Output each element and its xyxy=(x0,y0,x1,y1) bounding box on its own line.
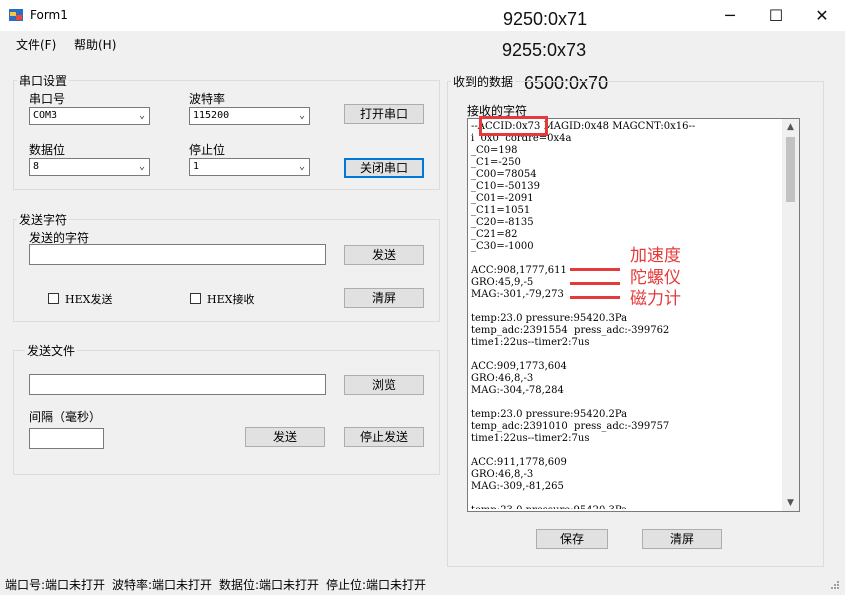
scrollbar-thumb[interactable] xyxy=(786,137,795,202)
serial-settings-title: 串口设置 xyxy=(17,72,70,89)
databits-select[interactable]: 8 ⌄ xyxy=(29,158,150,176)
file-path-input[interactable] xyxy=(29,374,326,395)
received-line: GRO:46,8,-3 xyxy=(471,469,534,480)
clear-send-button[interactable]: 清屏 xyxy=(344,288,424,308)
status-stopbits: 停止位:端口未打开 xyxy=(326,578,427,592)
minimize-button[interactable]: ─ xyxy=(707,0,753,31)
received-title: 收到的数据 xyxy=(451,73,516,90)
annotation-gyro: 陀螺仪 xyxy=(630,268,681,288)
received-line xyxy=(471,349,779,361)
close-button[interactable]: ✕ xyxy=(799,0,845,31)
received-line xyxy=(471,301,779,313)
chevron-down-icon: ⌄ xyxy=(298,110,305,121)
clear-recv-button[interactable]: 清屏 xyxy=(642,529,722,549)
annotation-bar-accel xyxy=(570,268,620,271)
received-line xyxy=(471,253,779,265)
hex-send-label: HEX发送 xyxy=(65,293,113,306)
interval-label: 间隔（毫秒） xyxy=(29,410,102,424)
stopbits-value: 1 xyxy=(193,161,200,172)
received-line: _C21=82 xyxy=(471,229,518,240)
status-bar: 端口号:端口未打开 波特率:端口未打开 数据位:端口未打开 停止位:端口未打开 xyxy=(0,573,845,595)
annotation-bar-gyro xyxy=(570,282,620,285)
received-line: time1:22us--timer2:7us xyxy=(471,433,590,444)
annotation-bar-mag xyxy=(570,296,620,299)
baud-label: 波特率 xyxy=(189,92,226,106)
chevron-down-icon: ⌄ xyxy=(138,161,145,172)
status-port: 端口号:端口未打开 xyxy=(5,578,106,592)
received-line: temp:23.0 pressure:95420.2Pa xyxy=(471,409,628,420)
annotation-accel: 加速度 xyxy=(630,246,681,266)
received-line: _C01=-2091 xyxy=(471,193,534,204)
browse-button[interactable]: 浏览 xyxy=(344,375,424,395)
received-line: _C0=198 xyxy=(471,145,518,156)
received-line xyxy=(471,397,779,409)
received-line: GRO:46,8,-3 xyxy=(471,373,534,384)
received-line: temp_adc:2391554 press_adc:-399762 xyxy=(471,325,670,336)
scroll-down-icon[interactable]: ▼ xyxy=(782,495,799,511)
app-icon xyxy=(9,9,23,21)
received-line: MAG:-304,-78,284 xyxy=(471,385,564,396)
received-line: temp:23.0 pressure:95420.3Pa xyxy=(471,313,628,324)
port-select[interactable]: COM3 ⌄ xyxy=(29,107,150,125)
received-line: MAG:-309,-81,265 xyxy=(471,481,564,492)
send-chars-title: 发送字符 xyxy=(17,211,70,228)
received-line: _C30=-1000 xyxy=(471,241,534,252)
received-line: ACC:908,1777,611 xyxy=(471,265,567,276)
window-title: Form1 xyxy=(30,8,68,22)
send-button[interactable]: 发送 xyxy=(344,245,424,265)
baud-select[interactable]: 115200 ⌄ xyxy=(189,107,310,125)
overlay-note-9255: 9255:0x73 xyxy=(502,40,587,60)
received-text: --ACCID:0x73 MAGID:0x48 MAGCNT:0x16-- i 0… xyxy=(471,121,779,509)
hex-recv-checkbox[interactable] xyxy=(190,293,201,304)
received-line: ACC:911,1778,609 xyxy=(471,457,567,468)
status-baud: 波特率:端口未打开 xyxy=(112,578,213,592)
baud-value: 115200 xyxy=(193,110,230,121)
send-chars-input[interactable] xyxy=(29,244,326,265)
send-file-button[interactable]: 发送 xyxy=(245,427,325,447)
maximize-button[interactable]: ☐ xyxy=(753,0,799,31)
chevron-down-icon: ⌄ xyxy=(298,161,305,172)
status-databits: 数据位:端口未打开 xyxy=(219,578,320,592)
close-port-button[interactable]: 关闭串口 xyxy=(344,158,424,178)
received-line: _C1=-250 xyxy=(471,157,521,168)
received-line: _C11=1051 xyxy=(471,205,531,216)
databits-value: 8 xyxy=(33,161,40,172)
menu-bar xyxy=(0,31,845,57)
databits-label: 数据位 xyxy=(29,143,66,157)
open-port-button[interactable]: 打开串口 xyxy=(344,104,424,124)
stopbits-select[interactable]: 1 ⌄ xyxy=(189,158,310,176)
stop-send-button[interactable]: 停止发送 xyxy=(344,427,424,447)
received-line: _C00=78054 xyxy=(471,169,537,180)
overlay-note-9250: 9250:0x71 xyxy=(503,9,588,29)
chevron-down-icon: ⌄ xyxy=(138,110,145,121)
received-line: ACC:909,1773,604 xyxy=(471,361,567,372)
scroll-up-icon[interactable]: ▲ xyxy=(782,119,799,135)
received-line: GRO:45,9,-5 xyxy=(471,277,534,288)
received-line xyxy=(471,445,779,457)
interval-input[interactable] xyxy=(29,428,104,449)
received-line: temp:23.0 pressure:95420.3Pa xyxy=(471,505,779,509)
menu-file[interactable]: 文件(F) xyxy=(16,36,56,53)
port-value: COM3 xyxy=(33,110,58,121)
resize-grip-icon[interactable] xyxy=(828,578,840,590)
menu-help[interactable]: 帮助(H) xyxy=(74,36,116,53)
annotation-mag: 磁力计 xyxy=(630,289,681,309)
received-line: temp_adc:2391010 press_adc:-399757 xyxy=(471,421,670,432)
vertical-scrollbar[interactable]: ▲ ▼ xyxy=(782,119,799,511)
received-textarea[interactable]: --ACCID:0x73 MAGID:0x48 MAGCNT:0x16-- i 0… xyxy=(467,118,800,512)
received-line: _C20=-8135 xyxy=(471,217,534,228)
received-line: time1:22us--timer2:7us xyxy=(471,337,590,348)
received-line: _C10=-50139 xyxy=(471,181,540,192)
send-file-title: 发送文件 xyxy=(25,342,78,359)
stopbits-label: 停止位 xyxy=(189,143,226,157)
hex-recv-label: HEX接收 xyxy=(207,293,255,306)
received-line xyxy=(471,493,779,505)
port-label: 串口号 xyxy=(29,92,66,106)
hex-send-checkbox[interactable] xyxy=(48,293,59,304)
save-button[interactable]: 保存 xyxy=(536,529,608,549)
accid-highlight-box xyxy=(479,116,548,136)
received-line: MAG:-301,-79,273 xyxy=(471,289,564,300)
